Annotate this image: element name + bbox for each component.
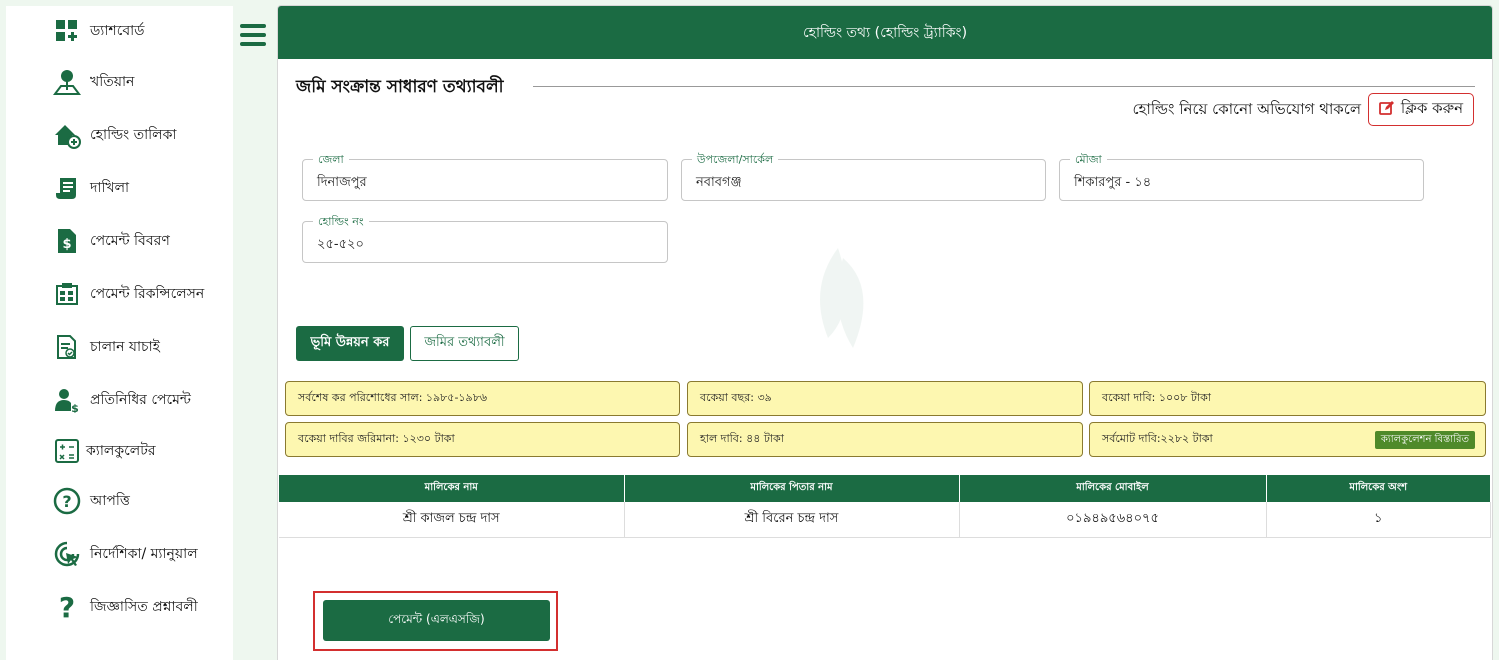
watermark-logo [798, 238, 1028, 368]
verify-document-icon [52, 332, 82, 362]
dashboard-icon [52, 16, 82, 46]
sidebar-item-manual[interactable]: নির্দেশিকা/ ম্যানুয়াল [6, 529, 233, 579]
sidebar-item-representative-payment[interactable]: $ প্রতিনিধির পেমেন্ট [6, 375, 233, 425]
tab-land-development-tax[interactable]: ভূমি উন্নয়ন কর [296, 326, 404, 361]
panel-header: হোল্ডিং তথ্য (হোল্ডিং ট্র্যাকিং) [278, 6, 1492, 59]
payment-highlight: পেমেন্ট (এলএসজি) [313, 591, 558, 651]
holding-info-panel: হোল্ডিং তথ্য (হোল্ডিং ট্র্যাকিং) জমি সংক… [277, 5, 1493, 660]
last-paid-year-text: সর্বশেষ কর পরিশোধের সাল: ১৯৮৫-১৯৮৬ [298, 391, 487, 404]
receipt-scroll-icon [52, 173, 82, 203]
district-label: জেলা [313, 151, 349, 170]
sidebar-item-label: পেমেন্ট বিবরণ [90, 233, 170, 249]
arrear-years-text: বকেয়া বছর: ৩৯ [700, 391, 772, 404]
sidebar-item-faq[interactable]: ? জিজ্ঞাসিত প্রশ্নাবলী [6, 582, 233, 632]
mouza-value: শিকারপুর - ১৪ [1074, 175, 1152, 190]
holding-number-field[interactable]: হোল্ডিং নং ২৫-৫২০ [302, 213, 668, 263]
menu-toggle-icon[interactable] [240, 24, 266, 46]
sidebar-item-calculator[interactable]: ক্যালকুলেটর [6, 426, 233, 476]
upazila-label: উপজেলা/সার্কেল [692, 151, 779, 170]
current-claim-text: হাল দাবি: ৪৪ টাকা [700, 432, 784, 445]
payment-lsg-button[interactable]: পেমেন্ট (এলএসজি) [323, 600, 550, 641]
sidebar-item-holding-list[interactable]: হোল্ডিং তালিকা [6, 110, 233, 160]
total-claim-text: সর্বমোট দাবি:২২৮২ টাকা [1102, 432, 1213, 445]
user-dollar-icon: $ [52, 385, 82, 415]
sidebar-item-label: জিজ্ঞাসিত প্রশ্নাবলী [90, 599, 198, 615]
table-row: শ্রী কাজল চন্দ্র দাস শ্রী বিরেন চন্দ্র দ… [279, 502, 1491, 538]
sidebar-item-objection[interactable]: ? আপত্তি [6, 476, 233, 526]
sidebar-item-label: নির্দেশিকা/ ম্যানুয়াল [90, 546, 198, 562]
sidebar-item-payment-details[interactable]: $ পেমেন্ট বিবরণ [6, 216, 233, 266]
land-survey-icon [52, 67, 82, 97]
district-field[interactable]: জেলা দিনাজপুর [302, 151, 668, 201]
section-title: জমি সংক্রান্ত সাধারণ তথ্যাবলী [296, 74, 514, 102]
sidebar-item-label: ড্যাশবোর্ড [90, 23, 145, 39]
holding-number-label: হোল্ডিং নং [313, 213, 369, 232]
arrear-fine-box: বকেয়া দাবির জরিমানা: ১২৩০ টাকা [285, 422, 680, 457]
svg-text:?: ? [62, 492, 71, 511]
arrear-years-box: বকেয়া বছর: ৩৯ [687, 381, 1083, 416]
owner-mobile-cell: ০১৯৪৯৫৬৪০৭৫ [959, 502, 1267, 538]
sidebar-item-khatian[interactable]: খতিয়ান [6, 57, 233, 107]
sidebar-item-label: প্রতিনিধির পেমেন্ট [90, 392, 191, 408]
arrear-claim-box: বকেয়া দাবি: ১০০৮ টাকা [1089, 381, 1486, 416]
upazila-value: নবাবগঞ্জ [696, 175, 742, 190]
sidebar-item-label: পেমেন্ট রিকন্সিলেসন [90, 286, 205, 302]
sidebar-item-label: আপত্তি [90, 493, 130, 509]
owner-name-cell: শ্রী কাজল চন্দ্র দাস [279, 502, 625, 538]
edit-icon [1378, 100, 1395, 120]
complaint-prompt: হোল্ডিং নিয়ে কোনো অভিযোগ থাকলে [1132, 100, 1361, 118]
column-header: মালিকের মোবাইল [959, 475, 1267, 502]
arrear-fine-text: বকেয়া দাবির জরিমানা: ১২৩০ টাকা [298, 432, 455, 445]
owners-table: মালিকের নাম মালিকের পিতার নাম মালিকের মো… [279, 475, 1491, 538]
owner-share-cell: ১ [1266, 502, 1491, 538]
tab-land-information[interactable]: জমির তথ্যাবলী [410, 326, 519, 361]
arrear-claim-text: বকেয়া দাবি: ১০০৮ টাকা [1102, 391, 1211, 404]
svg-text:?: ? [59, 593, 75, 621]
owner-father-cell: শ্রী বিরেন চন্দ্র দাস [624, 502, 960, 538]
svg-text:$: $ [71, 402, 79, 413]
sidebar: ড্যাশবোর্ড খতিয়ান হোল্ডিং তালিকা দাখিলা… [6, 6, 233, 660]
column-header: মালিকের অংশ [1266, 475, 1491, 502]
complaint-button-label: ক্লিক করুন [1400, 99, 1464, 117]
column-header: মালিকের পিতার নাম [624, 475, 960, 502]
section-divider [533, 86, 1475, 87]
sidebar-item-reconciliation[interactable]: পেমেন্ট রিকন্সিলেসন [6, 269, 233, 319]
calculation-details-button[interactable]: ক্যালকুলেশন বিস্তারিত [1374, 431, 1475, 449]
sidebar-item-label: দাখিলা [90, 180, 130, 196]
svg-text:$: $ [62, 237, 71, 252]
question-circle-icon: ? [52, 486, 82, 516]
sidebar-item-label: হোল্ডিং তালিকা [90, 127, 177, 143]
last-paid-year-box: সর্বশেষ কর পরিশোধের সাল: ১৯৮৫-১৯৮৬ [285, 381, 680, 416]
payment-document-icon: $ [52, 226, 82, 256]
page-title: হোল্ডিং তথ্য (হোল্ডিং ট্র্যাকিং) [802, 24, 968, 41]
sidebar-item-dakhila[interactable]: দাখিলা [6, 163, 233, 213]
complaint-click-button[interactable]: ক্লিক করুন [1368, 93, 1474, 126]
sidebar-item-label: চালান যাচাই [90, 339, 160, 355]
sidebar-item-dashboard[interactable]: ড্যাশবোর্ড [6, 6, 233, 56]
column-header: মালিকের নাম [279, 475, 625, 502]
mouza-field[interactable]: মৌজা শিকারপুর - ১৪ [1059, 151, 1424, 201]
district-value: দিনাজপুর [317, 175, 367, 190]
total-claim-box: সর্বমোট দাবি:২২৮২ টাকা ক্যালকুলেশন বিস্ত… [1089, 422, 1486, 457]
current-claim-box: হাল দাবি: ৪৪ টাকা [687, 422, 1083, 457]
owners-table-header: মালিকের নাম মালিকের পিতার নাম মালিকের মো… [279, 475, 1491, 502]
sidebar-item-label: ক্যালকুলেটর [86, 443, 156, 459]
holding-number-value: ২৫-৫২০ [317, 237, 364, 252]
sidebar-item-challan-verify[interactable]: চালান যাচাই [6, 322, 233, 372]
sidebar-item-label: খতিয়ান [90, 74, 135, 90]
cursor-click-icon [52, 539, 82, 569]
home-add-icon [52, 120, 82, 150]
mouza-label: মৌজা [1070, 151, 1107, 170]
reconciliation-icon [52, 279, 82, 309]
question-mark-icon: ? [52, 592, 82, 622]
calculator-icon [52, 436, 82, 466]
upazila-field[interactable]: উপজেলা/সার্কেল নবাবগঞ্জ [681, 151, 1046, 201]
